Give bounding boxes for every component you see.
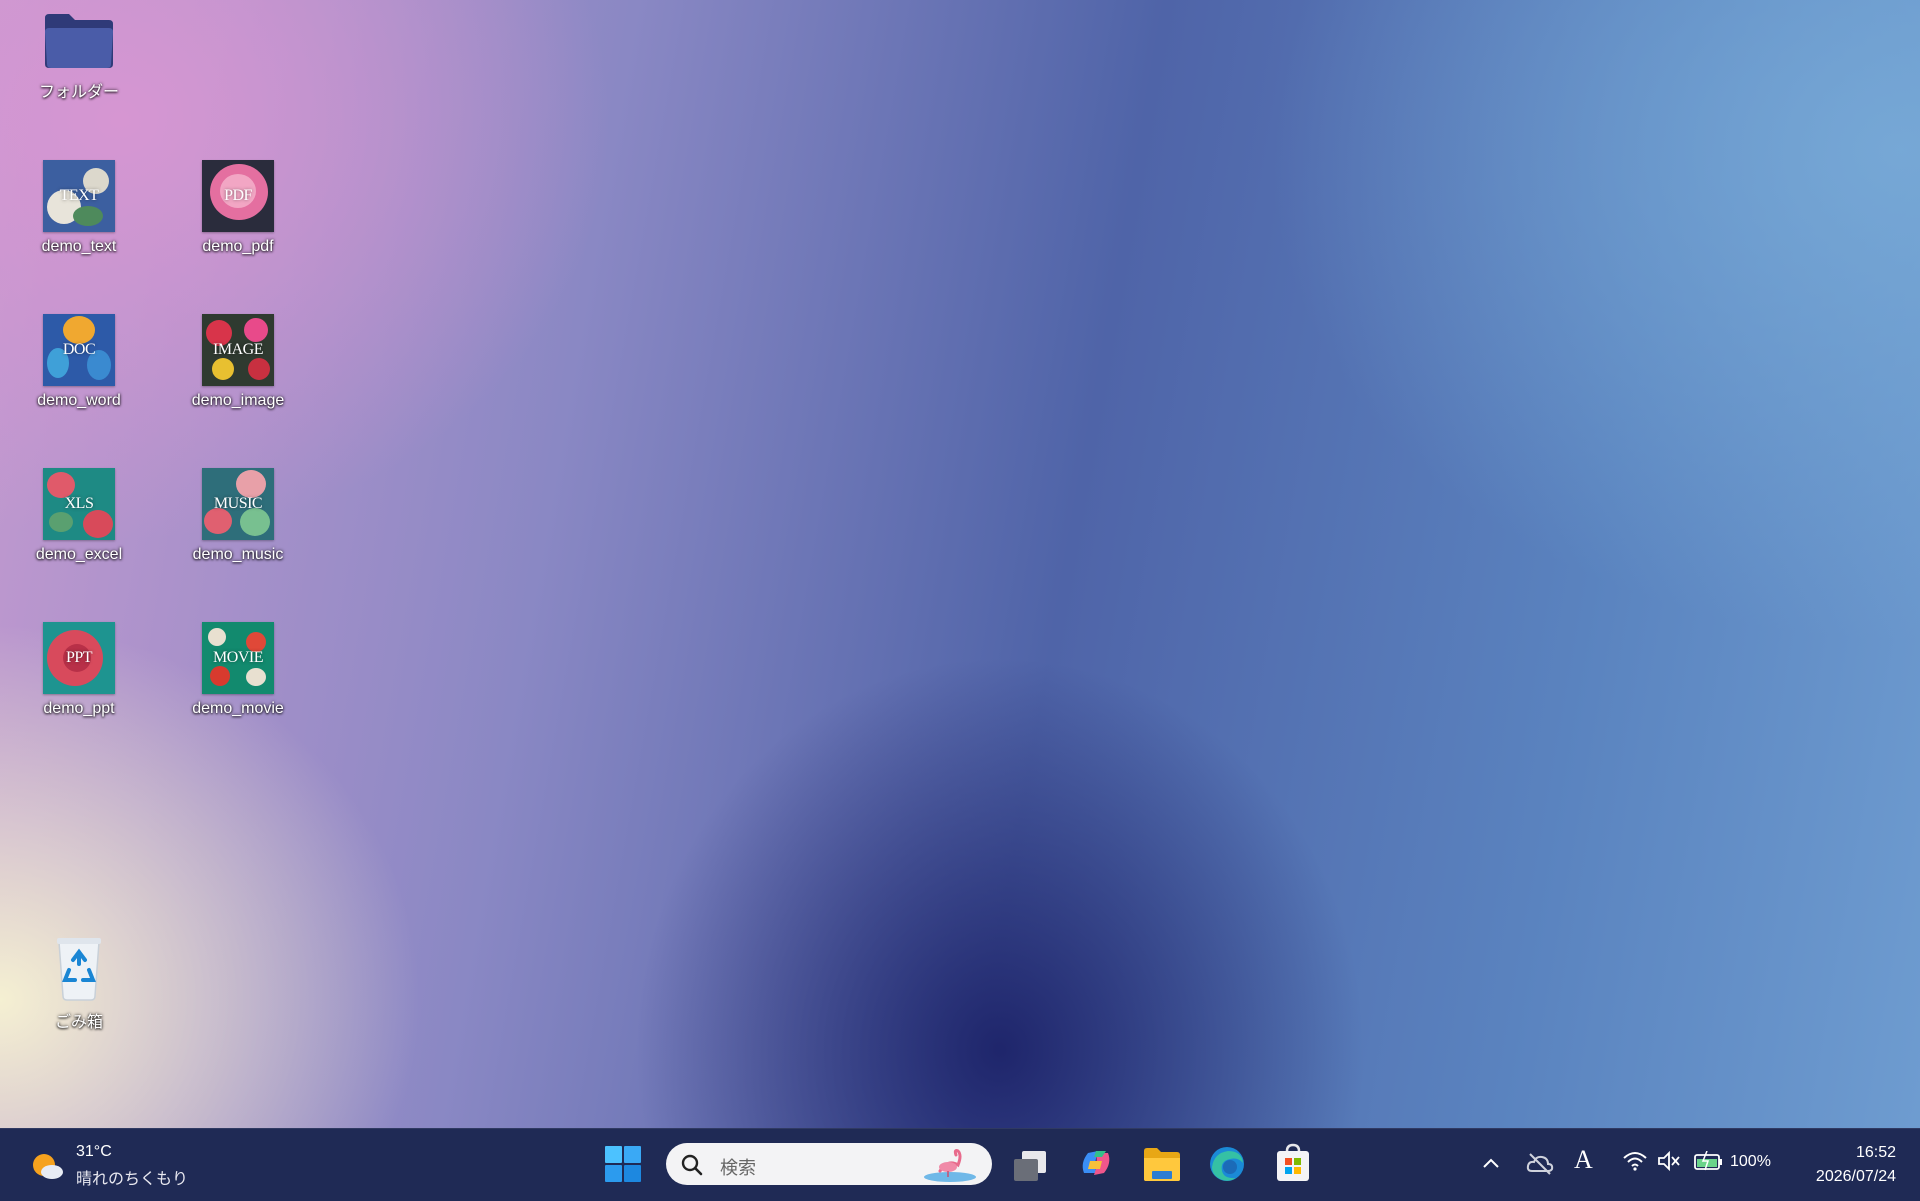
- icon-label: demo_excel: [35, 546, 123, 563]
- desktop-icon-demo-image[interactable]: IMAGE demo_image: [173, 314, 303, 410]
- task-view-icon: [1010, 1145, 1050, 1190]
- start-icon: [604, 1145, 644, 1188]
- desktop-icon-demo-pdf[interactable]: PDF demo_pdf: [173, 160, 303, 256]
- ime-mode-label: A: [1574, 1145, 1593, 1174]
- clock-time: 16:52: [1855, 1144, 1896, 1161]
- taskbar: 31°C 晴れのちくもり 検索 A 100% 16:52 2026/07/24: [0, 1128, 1920, 1201]
- search-icon: [680, 1153, 704, 1182]
- word-file-icon: DOC: [43, 314, 115, 386]
- desktop-icon-demo-word[interactable]: DOC demo_word: [14, 314, 144, 410]
- folder-icon: [41, 10, 117, 72]
- file-explorer-icon: [1142, 1145, 1182, 1188]
- desktop: フォルダー TEXT demo_text PDF demo_pdf DOC de…: [0, 0, 1920, 1128]
- recycle-bin-icon: [49, 934, 109, 1002]
- desktop-icon-demo-excel[interactable]: XLS demo_excel: [14, 468, 144, 564]
- speaker-muted-icon: [1656, 1149, 1682, 1178]
- search-placeholder: 検索: [720, 1158, 756, 1178]
- icon-label: demo_text: [41, 238, 117, 255]
- icon-label: demo_ppt: [43, 700, 115, 717]
- ppt-file-icon: PPT: [43, 622, 115, 694]
- desktop-icon-demo-music[interactable]: MUSIC demo_music: [173, 468, 303, 564]
- battery-charging-icon: [1694, 1150, 1724, 1176]
- pdf-file-icon: PDF: [202, 160, 274, 232]
- store-icon: [1274, 1143, 1314, 1188]
- copilot-button[interactable]: [1076, 1143, 1116, 1183]
- desktop-recycle-bin[interactable]: ごみ箱: [14, 934, 144, 1032]
- task-view-button[interactable]: [1010, 1145, 1050, 1185]
- edge-icon: [1208, 1145, 1248, 1188]
- desktop-icon-demo-movie[interactable]: MOVIE demo_movie: [173, 622, 303, 718]
- recycle-bin-label: ごみ箱: [54, 1014, 103, 1031]
- icon-label: demo_music: [192, 546, 284, 563]
- desktop-icon-demo-text[interactable]: TEXT demo_text: [14, 160, 144, 256]
- excel-file-icon: XLS: [43, 468, 115, 540]
- cloud-offline-icon: [1526, 1151, 1554, 1182]
- battery-percent: 100%: [1730, 1153, 1771, 1170]
- search-highlight-flamingo-icon: [918, 1145, 978, 1183]
- weather-widget[interactable]: 31°C 晴れのちくもり: [28, 1141, 188, 1189]
- icon-label: demo_pdf: [202, 238, 274, 255]
- clock-date: 2026/07/24: [1815, 1168, 1896, 1185]
- ime-indicator[interactable]: A: [1574, 1145, 1604, 1179]
- copilot-icon: [1076, 1143, 1116, 1188]
- weather-description: 晴れのちくもり: [76, 1171, 189, 1188]
- movie-file-icon: MOVIE: [202, 622, 274, 694]
- image-file-icon: IMAGE: [202, 314, 274, 386]
- music-file-icon: MUSIC: [202, 468, 274, 540]
- wifi-icon: [1622, 1149, 1648, 1178]
- search-box[interactable]: 検索: [666, 1143, 992, 1185]
- edge-button[interactable]: [1208, 1145, 1248, 1185]
- network-sound-battery-group[interactable]: 100%: [1622, 1147, 1782, 1181]
- weather-sun-cloud-icon: [30, 1151, 64, 1181]
- icon-label: demo_word: [37, 392, 121, 409]
- start-button[interactable]: [604, 1145, 644, 1185]
- file-explorer-button[interactable]: [1142, 1145, 1182, 1185]
- chevron-up-icon: [1480, 1151, 1502, 1180]
- store-button[interactable]: [1274, 1143, 1314, 1183]
- desktop-icon-demo-ppt[interactable]: PPT demo_ppt: [14, 622, 144, 718]
- text-file-icon: TEXT: [43, 160, 115, 232]
- weather-temperature: 31°C: [76, 1143, 112, 1160]
- clock[interactable]: 16:52 2026/07/24: [1816, 1141, 1896, 1189]
- icon-label: demo_movie: [192, 700, 284, 717]
- icon-label: demo_image: [191, 392, 285, 409]
- desktop-folder[interactable]: フォルダー: [14, 10, 144, 102]
- cloud-offline-button[interactable]: [1526, 1151, 1554, 1177]
- show-hidden-icons-button[interactable]: [1480, 1151, 1502, 1175]
- folder-label: フォルダー: [38, 84, 119, 101]
